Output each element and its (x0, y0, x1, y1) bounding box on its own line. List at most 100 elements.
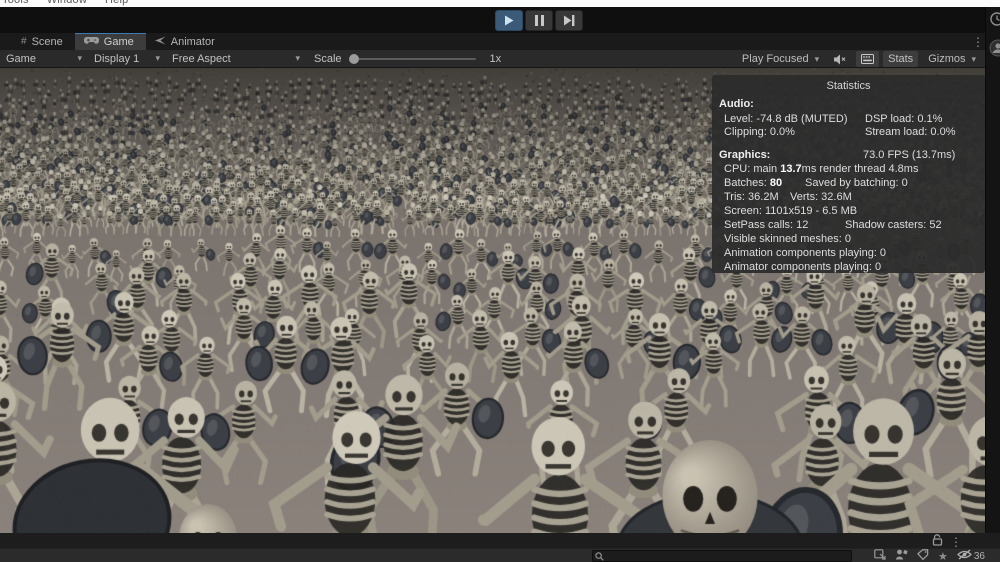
pause-button[interactable] (525, 10, 553, 31)
history-icon[interactable] (989, 11, 1000, 30)
favorites-star-icon[interactable]: ★ (938, 550, 948, 562)
stats-title: Statistics (826, 80, 871, 92)
stats-audio-dsp: DSP load: 0.1% (865, 113, 943, 125)
search-icon (595, 552, 604, 562)
gameview-target-dropdown[interactable]: Game ▾ (0, 50, 88, 68)
eye-slash-icon (956, 549, 972, 562)
visibility-count-label: 36 (973, 550, 985, 562)
unlock-icon[interactable] (932, 534, 943, 549)
chevron-down-icon: ▾ (814, 53, 820, 64)
tab-animator-label: Animator (170, 35, 215, 48)
stats-batches-label: Batches: (724, 177, 770, 189)
stats-graphics-heading-row: Graphics: 73.0 FPS (13.7ms) (712, 149, 985, 162)
gizmos-label: Gizmos (928, 53, 966, 65)
aspect-ratio-label: Free Aspect (172, 52, 231, 65)
picker-expand-icon[interactable] (874, 549, 886, 562)
stats-batches: Batches: 80 (724, 177, 805, 190)
stats-audio-clipping: Clipping: 0.0% (724, 126, 795, 138)
stats-saved-by-batching: Saved by batching: 0 (805, 177, 908, 189)
panel-menu-kebab-icon[interactable]: ⋮ (972, 35, 984, 49)
stats-verts: Verts: 32.6M (790, 191, 852, 203)
hierarchy-toolbar: ★ 36 (0, 548, 1000, 562)
stats-screen-line: Screen: 1101x519 - 6.5 MB (724, 205, 858, 217)
display-dropdown-label: Display 1 (94, 52, 140, 65)
statistics-overlay: Statistics Audio: Level: -74.8 dB (MUTED… (712, 75, 985, 273)
gamepad-icon (83, 36, 99, 48)
gameview-toolbar-left: Game ▾ Display 1 ▾ Free Aspect ▾ Scale 1… (0, 50, 501, 68)
keyboard-grid-icon (861, 54, 875, 64)
stats-tris: Tris: 36.2M (724, 191, 779, 203)
stats-skinned-line: Visible skinned meshes: 0 (724, 233, 851, 245)
stats-tris-line: Tris: 36.2M Verts: 32.6M (712, 191, 985, 204)
menu-item-tools[interactable]: Tools (2, 0, 29, 6)
stats-audio-grid: Level: -74.8 dB (MUTED) DSP load: 0.1% C… (712, 113, 985, 139)
chevron-down-icon: ▾ (155, 53, 160, 63)
scale-value: 1x (489, 52, 502, 65)
chevron-down-icon: ▾ (295, 53, 300, 63)
stats-animator-line: Animator components playing: 0 (724, 261, 882, 273)
menubar-items: Tools Window Help (2, 0, 146, 6)
mute-audio-button[interactable] (829, 51, 852, 67)
vsync-grid-button[interactable] (856, 51, 880, 67)
scene-grid-icon: # (21, 36, 27, 47)
right-panel-edge (985, 7, 1000, 533)
panel-kebab-icon[interactable]: ⋮ (950, 535, 962, 549)
play-button[interactable] (495, 10, 523, 31)
gizmos-dropdown[interactable]: Gizmos ▾ (922, 50, 982, 68)
animator-icon (154, 36, 166, 48)
unity-editor-window: Tools Window Help # Scene Game Animator … (0, 0, 1000, 562)
step-button[interactable] (555, 10, 583, 31)
scale-control: Scale 1x (314, 53, 501, 65)
step-icon (563, 15, 575, 26)
gameview-target-label: Game (6, 52, 36, 65)
search-input[interactable] (592, 550, 852, 562)
play-controls (495, 10, 583, 31)
pause-icon (534, 15, 544, 26)
prefab-user-icon[interactable] (895, 549, 908, 562)
tab-animator[interactable]: Animator (146, 33, 227, 50)
tab-scene-label: Scene (31, 35, 63, 48)
scene-visibility-counter[interactable]: 36 (956, 549, 985, 562)
scale-label: Scale (314, 52, 342, 65)
stats-animation-line: Animation components playing: 0 (724, 247, 887, 259)
stats-audio-stream: Stream load: 0.0% (865, 126, 956, 138)
speaker-mute-icon (834, 54, 847, 65)
account-circle-icon[interactable] (989, 39, 1000, 60)
search-field (592, 550, 852, 562)
stats-button-label: Stats (888, 53, 914, 65)
play-focused-dropdown[interactable]: Play Focused ▾ (736, 50, 825, 68)
tag-icon[interactable] (917, 549, 929, 562)
stats-cpu-suffix: ms render thread 4.8ms (801, 163, 919, 175)
stats-setpass-line: SetPass calls: 12 Shadow casters: 52 (712, 219, 985, 232)
stats-cpu-line: CPU: main 13.7ms render thread 4.8ms (712, 163, 985, 176)
display-dropdown[interactable]: Display 1 ▾ (88, 50, 166, 68)
scale-slider-track[interactable] (348, 53, 476, 64)
tab-game-label: Game (103, 36, 134, 48)
menu-item-window[interactable]: Window (47, 0, 87, 6)
stats-audio-heading: Audio: (719, 98, 754, 110)
play-icon (504, 15, 514, 26)
stats-setpass: SetPass calls: 12 (724, 219, 809, 231)
editor-toolbar (0, 7, 1000, 33)
stats-audio-level: Level: -74.8 dB (MUTED) (724, 113, 848, 125)
chevron-down-icon: ▾ (971, 53, 976, 64)
lower-panel-header: ⋮ (0, 533, 1000, 549)
chevron-down-icon: ▾ (77, 53, 82, 63)
game-viewport: Statistics Audio: Level: -74.8 dB (MUTED… (0, 68, 985, 533)
tab-scene[interactable]: # Scene (12, 33, 75, 50)
menu-item-help[interactable]: Help (105, 0, 128, 6)
stats-batches-line: Batches: 80 Saved by batching: 0 (712, 177, 985, 190)
view-tabbar: # Scene Game Animator (0, 33, 1000, 50)
tab-game[interactable]: Game (74, 33, 146, 50)
scale-slider-knob[interactable] (348, 53, 359, 64)
gameview-toolbar-right: Play Focused ▾ Stats Gizmos ▾ (736, 50, 982, 68)
play-focused-label: Play Focused (741, 53, 809, 65)
os-menubar: Tools Window Help (0, 0, 1000, 7)
stats-fps: 73.0 FPS (13.7ms) (863, 149, 956, 161)
stats-cpu-main: 13.7 (780, 163, 802, 175)
aspect-ratio-dropdown[interactable]: Free Aspect ▾ (166, 50, 306, 68)
stats-toggle-button[interactable]: Stats (883, 51, 919, 67)
stats-graphics-heading: Graphics: (719, 149, 771, 161)
stats-batches-value: 80 (769, 177, 783, 189)
hierarchy-toolbar-icons: ★ 36 (874, 549, 985, 562)
